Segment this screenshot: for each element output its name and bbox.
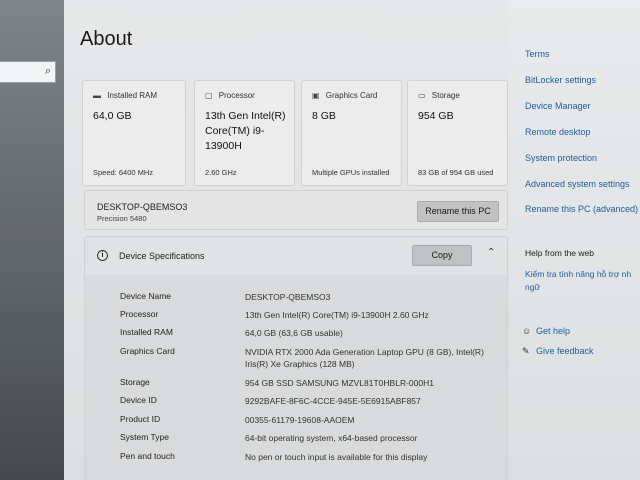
bitlocker-settings-link[interactable]: BitLocker settings xyxy=(525,75,596,85)
terms-link[interactable]: Terms xyxy=(525,49,550,59)
spec-key: Installed RAM xyxy=(120,327,173,337)
card-value: 13th Gen Intel(R) Core(TM) i9-13900H xyxy=(205,110,286,152)
spec-key: Device Name xyxy=(120,291,172,301)
advanced-system-settings-link[interactable]: Advanced system settings xyxy=(525,179,630,189)
processor-card: ▢ Processor 13th Gen Intel(R) Core(TM) i… xyxy=(194,80,295,186)
spec-key: Pen and touch xyxy=(120,451,175,461)
device-specifications-header[interactable]: i Device Specifications Copy ⌃ xyxy=(85,237,507,275)
spec-key: Storage xyxy=(120,377,150,387)
device-specifications-panel: i Device Specifications Copy ⌃ Device Na… xyxy=(84,236,508,480)
spec-key: Product ID xyxy=(120,414,161,424)
spec-value: 9292BAFE-8F6C-4CCE-945E-5E6915ABF857 xyxy=(245,396,421,406)
card-header: Installed RAM xyxy=(107,91,158,100)
spec-value: 954 GB SSD SAMSUNG MZVL81T0HBLR-000H1 xyxy=(245,378,434,388)
give-feedback-label: Give feedback xyxy=(536,346,594,356)
installed-ram-card: ▬ Installed RAM 64,0 GB Speed: 6400 MHz xyxy=(82,80,186,186)
spec-value: 00355-61179-19608-AAOEM xyxy=(245,415,355,425)
help-web-link[interactable]: Kiểm tra tính năng hỗ trợ nh ngữ xyxy=(525,268,640,294)
spec-key: Device ID xyxy=(120,395,157,405)
rename-pc-advanced-link[interactable]: Rename this PC (advanced) xyxy=(525,204,638,214)
spec-value: 64-bit operating system, x64-based proce… xyxy=(245,433,418,443)
storage-icon: ▭ xyxy=(418,91,426,100)
card-value: 64,0 GB xyxy=(93,110,132,122)
spec-value: 13th Gen Intel(R) Core(TM) i9-13900H 2.6… xyxy=(245,310,429,320)
card-subtext: 83 GB of 954 GB used xyxy=(418,168,494,177)
spec-value: No pen or touch input is available for t… xyxy=(245,452,428,462)
get-help-link[interactable]: ☺ Get help xyxy=(522,326,570,336)
device-specifications-title: Device Specifications xyxy=(119,251,205,261)
spec-value: DESKTOP-QBEMSO3 xyxy=(245,292,331,302)
card-header: Processor xyxy=(218,91,255,100)
device-name: DESKTOP-QBEMSO3 xyxy=(97,202,188,212)
system-protection-link[interactable]: System protection xyxy=(525,153,597,163)
spec-key: Processor xyxy=(120,309,159,319)
chevron-up-icon[interactable]: ⌃ xyxy=(487,247,495,258)
processor-icon: ▢ xyxy=(205,91,213,100)
device-model: Precision 5480 xyxy=(97,214,147,223)
device-manager-link[interactable]: Device Manager xyxy=(525,101,591,111)
card-subtext: Speed: 6400 MHz xyxy=(93,168,154,177)
remote-desktop-link[interactable]: Remote desktop xyxy=(525,127,591,137)
ram-icon: ▬ xyxy=(93,91,101,100)
graphics-card-icon: ▣ xyxy=(312,91,320,100)
page-title: About xyxy=(80,28,133,50)
give-feedback-link[interactable]: ✎ Give feedback xyxy=(522,346,594,357)
card-value: 8 GB xyxy=(312,110,336,122)
get-help-label: Get help xyxy=(536,326,571,336)
search-input[interactable]: ⌕ xyxy=(0,61,56,83)
info-icon: i xyxy=(97,250,108,261)
card-header: Graphics Card xyxy=(325,91,378,100)
specifications-list: Device Name DESKTOP-QBEMSO3 Processor 13… xyxy=(85,275,507,480)
main-content: About ▬ Installed RAM 64,0 GB Speed: 640… xyxy=(64,0,510,480)
search-icon[interactable]: ⌕ xyxy=(45,65,51,78)
help-from-web-title: Help from the web xyxy=(525,248,594,258)
spec-key: System Type xyxy=(120,432,169,442)
graphics-card-card: ▣ Graphics Card 8 GB Multiple GPUs insta… xyxy=(301,80,402,186)
spec-key: Graphics Card xyxy=(120,346,175,356)
device-name-panel: DESKTOP-QBEMSO3 Precision 5480 Rename th… xyxy=(84,190,508,230)
card-subtext: Multiple GPUs installed xyxy=(312,168,390,177)
card-header: Storage xyxy=(431,91,460,100)
spec-value: 64,0 GB (63,6 GB usable) xyxy=(245,328,343,338)
related-settings-pane: Terms BitLocker settings Device Manager … xyxy=(510,0,640,480)
card-subtext: 2.60 GHz xyxy=(205,168,237,177)
storage-card: ▭ Storage 954 GB 83 GB of 954 GB used xyxy=(407,80,508,186)
spec-value: NVIDIA RTX 2000 Ada Generation Laptop GP… xyxy=(245,347,484,369)
rename-pc-button[interactable]: Rename this PC xyxy=(417,201,499,222)
feedback-icon: ✎ xyxy=(522,346,530,356)
card-value: 954 GB xyxy=(418,110,454,122)
copy-button[interactable]: Copy xyxy=(412,245,472,266)
get-help-icon: ☺ xyxy=(522,326,532,336)
